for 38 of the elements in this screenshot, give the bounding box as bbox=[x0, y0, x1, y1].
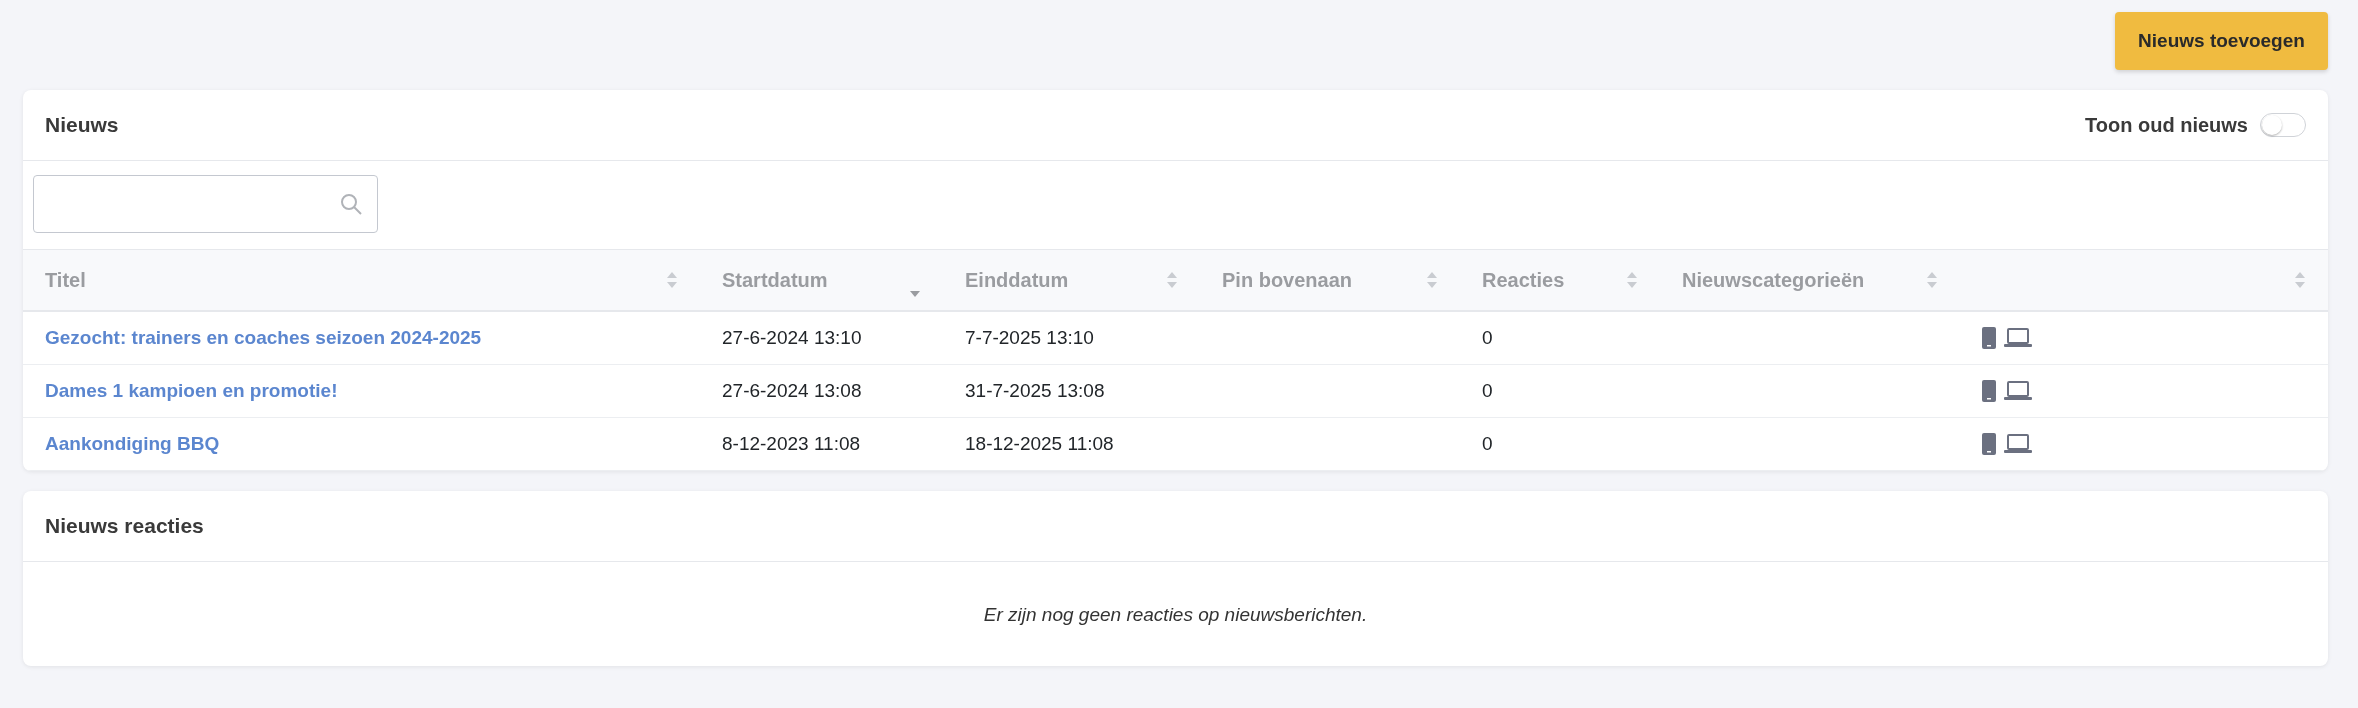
column-header[interactable]: Einddatum bbox=[965, 268, 1069, 292]
column-header[interactable]: Startdatum bbox=[722, 268, 828, 292]
card-title: Nieuws bbox=[45, 113, 119, 137]
laptop-icon bbox=[2004, 434, 2032, 454]
sort-descending-icon[interactable] bbox=[909, 290, 921, 298]
reaction-count: 0 bbox=[1482, 433, 1493, 454]
start-date: 27-6-2024 13:10 bbox=[722, 327, 862, 348]
end-date: 18-12-2025 11:08 bbox=[965, 433, 1114, 454]
start-date: 27-6-2024 13:08 bbox=[722, 380, 862, 401]
card-title: Nieuws reacties bbox=[45, 514, 204, 538]
add-news-button[interactable]: Nieuws toevoegen bbox=[2115, 12, 2328, 70]
phone-icon bbox=[1982, 327, 1996, 349]
sort-icon[interactable] bbox=[1926, 271, 1938, 289]
news-title-link[interactable]: Dames 1 kampioen en promotie! bbox=[45, 380, 338, 401]
reaction-count: 0 bbox=[1482, 380, 1493, 401]
sort-icon[interactable] bbox=[1626, 271, 1638, 289]
laptop-icon bbox=[2004, 328, 2032, 348]
end-date: 31-7-2025 13:08 bbox=[965, 380, 1105, 401]
column-header[interactable]: Reacties bbox=[1482, 268, 1565, 292]
sort-icon[interactable] bbox=[1426, 271, 1438, 289]
start-date: 8-12-2023 11:08 bbox=[722, 433, 861, 454]
phone-icon bbox=[1982, 380, 1996, 402]
search-field[interactable] bbox=[33, 175, 378, 233]
empty-message: Er zijn nog geen reacties op nieuwsberichten. bbox=[982, 603, 1369, 627]
sort-icon[interactable] bbox=[1166, 271, 1178, 289]
news-title-link[interactable]: Aankondiging BBQ bbox=[45, 433, 220, 454]
column-header[interactable]: Pin bovenaan bbox=[1222, 268, 1353, 292]
toggle-label: Toon oud nieuws bbox=[2085, 113, 2248, 137]
column-header[interactable]: Titel bbox=[45, 268, 86, 292]
laptop-icon bbox=[2004, 381, 2032, 401]
reaction-count: 0 bbox=[1482, 327, 1493, 348]
end-date: 7-7-2025 13:10 bbox=[965, 327, 1094, 348]
news-title-link[interactable]: Gezocht: trainers en coaches seizoen 2024-2025 bbox=[45, 327, 482, 348]
sort-icon[interactable] bbox=[2294, 271, 2306, 289]
phone-icon bbox=[1982, 433, 1996, 455]
search-icon bbox=[339, 192, 363, 216]
toggle-switch[interactable] bbox=[2260, 113, 2306, 137]
sort-icon[interactable] bbox=[666, 271, 678, 289]
